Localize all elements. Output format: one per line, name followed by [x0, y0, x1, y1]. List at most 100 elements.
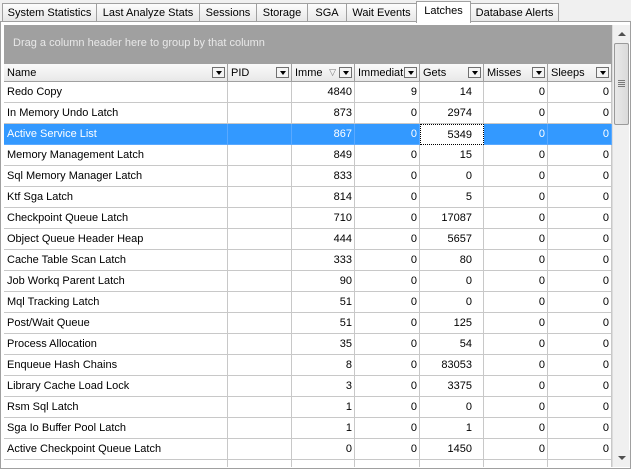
cell-imme[interactable]: 1	[292, 397, 355, 418]
cell-immediat[interactable]: 0	[355, 145, 420, 166]
cell-sleeps[interactable]: 0	[548, 124, 612, 145]
tab-sga[interactable]: SGA	[307, 3, 347, 22]
cell-sleeps[interactable]: 0	[548, 313, 612, 334]
filter-dropdown-icon[interactable]	[404, 67, 417, 78]
cell-name[interactable]: Process Allocation	[4, 334, 228, 355]
cell-sleeps[interactable]: 0	[548, 250, 612, 271]
column-header-gets[interactable]: Gets	[420, 64, 484, 82]
cell-pid[interactable]	[228, 103, 292, 124]
filter-dropdown-icon[interactable]	[339, 67, 352, 78]
cell-sleeps[interactable]: 0	[548, 208, 612, 229]
cell-name[interactable]: Object Queue Header Heap	[4, 229, 228, 250]
table-row[interactable]: Redo Copy 4840 9 14 0 0	[4, 82, 612, 103]
cell-pid[interactable]	[228, 187, 292, 208]
column-header-imme[interactable]: Imme ▽	[292, 64, 355, 82]
cell-sleeps[interactable]: 0	[548, 439, 612, 460]
cell-imme[interactable]: 4840	[292, 82, 355, 103]
cell-gets[interactable]: 15	[420, 145, 484, 166]
cell-pid[interactable]	[228, 145, 292, 166]
cell-immediat[interactable]: 0	[355, 397, 420, 418]
cell-misses[interactable]: 0	[484, 292, 548, 313]
cell-pid[interactable]	[228, 166, 292, 187]
cell-immediat[interactable]: 0	[355, 334, 420, 355]
cell-immediat[interactable]: 0	[355, 271, 420, 292]
cell-name[interactable]	[4, 460, 228, 467]
cell-gets[interactable]	[420, 460, 484, 467]
filter-dropdown-icon[interactable]	[276, 67, 289, 78]
cell-name[interactable]: Library Cache Load Lock	[4, 376, 228, 397]
cell-sleeps[interactable]: 0	[548, 229, 612, 250]
filter-dropdown-icon[interactable]	[212, 67, 225, 78]
cell-gets[interactable]: 17087	[420, 208, 484, 229]
cell-sleeps[interactable]: 0	[548, 187, 612, 208]
cell-gets[interactable]: 54	[420, 334, 484, 355]
table-row[interactable]: Post/Wait Queue 51 0 125 0 0	[4, 313, 612, 334]
cell-pid[interactable]	[228, 82, 292, 103]
cell-gets[interactable]: 83053	[420, 355, 484, 376]
cell-imme[interactable]: 833	[292, 166, 355, 187]
cell-misses[interactable]: 0	[484, 250, 548, 271]
cell-pid[interactable]	[228, 250, 292, 271]
cell-pid[interactable]	[228, 460, 292, 467]
table-row[interactable]	[4, 460, 612, 467]
cell-imme[interactable]: 51	[292, 313, 355, 334]
cell-pid[interactable]	[228, 229, 292, 250]
cell-misses[interactable]: 0	[484, 355, 548, 376]
cell-immediat[interactable]: 0	[355, 187, 420, 208]
scroll-up-icon[interactable]	[613, 25, 630, 42]
tab-sessions[interactable]: Sessions	[199, 3, 257, 22]
cell-imme[interactable]: 51	[292, 292, 355, 313]
cell-immediat[interactable]: 0	[355, 124, 420, 145]
cell-gets[interactable]: 80	[420, 250, 484, 271]
cell-immediat[interactable]: 0	[355, 355, 420, 376]
tab-last-analyze-stats[interactable]: Last Analyze Stats	[96, 3, 200, 22]
cell-misses[interactable]	[484, 460, 548, 467]
table-row[interactable]: Job Workq Parent Latch 90 0 0 0 0	[4, 271, 612, 292]
cell-misses[interactable]: 0	[484, 145, 548, 166]
scroll-thumb[interactable]	[614, 43, 629, 125]
table-row[interactable]: Rsm Sql Latch 1 0 0 0 0	[4, 397, 612, 418]
column-header-name[interactable]: Name	[4, 64, 228, 82]
cell-misses[interactable]: 0	[484, 187, 548, 208]
cell-immediat[interactable]: 0	[355, 229, 420, 250]
cell-imme[interactable]: 710	[292, 208, 355, 229]
cell-immediat[interactable]: 0	[355, 376, 420, 397]
column-header-sleeps[interactable]: Sleeps	[548, 64, 612, 82]
table-row[interactable]: Active Checkpoint Queue Latch 0 0 1450 0 0	[4, 439, 612, 460]
cell-sleeps[interactable]: 0	[548, 145, 612, 166]
table-row[interactable]: Process Allocation 35 0 54 0 0	[4, 334, 612, 355]
cell-name[interactable]: Cache Table Scan Latch	[4, 250, 228, 271]
cell-misses[interactable]: 0	[484, 271, 548, 292]
tab-latches[interactable]: Latches	[416, 1, 471, 23]
table-row[interactable]: Memory Management Latch 849 0 15 0 0	[4, 145, 612, 166]
cell-sleeps[interactable]: 0	[548, 82, 612, 103]
cell-pid[interactable]	[228, 292, 292, 313]
cell-gets[interactable]: 5657	[420, 229, 484, 250]
cell-imme[interactable]: 873	[292, 103, 355, 124]
cell-name[interactable]: Memory Management Latch	[4, 145, 228, 166]
cell-misses[interactable]: 0	[484, 334, 548, 355]
cell-name[interactable]: Mql Tracking Latch	[4, 292, 228, 313]
cell-imme[interactable]: 444	[292, 229, 355, 250]
cell-name[interactable]: Post/Wait Queue	[4, 313, 228, 334]
cell-misses[interactable]: 0	[484, 124, 548, 145]
filter-dropdown-icon[interactable]	[468, 67, 481, 78]
cell-gets[interactable]: 2974	[420, 103, 484, 124]
table-row[interactable]: In Memory Undo Latch 873 0 2974 0 0	[4, 103, 612, 124]
cell-sleeps[interactable]: 0	[548, 355, 612, 376]
cell-immediat[interactable]: 0	[355, 208, 420, 229]
cell-name[interactable]: Redo Copy	[4, 82, 228, 103]
cell-name[interactable]: Checkpoint Queue Latch	[4, 208, 228, 229]
table-row[interactable]: Cache Table Scan Latch 333 0 80 0 0	[4, 250, 612, 271]
cell-pid[interactable]	[228, 397, 292, 418]
cell-misses[interactable]: 0	[484, 103, 548, 124]
cell-gets[interactable]: 0	[420, 397, 484, 418]
cell-gets[interactable]: 0	[420, 271, 484, 292]
tab-system-statistics[interactable]: System Statistics	[2, 3, 97, 22]
cell-misses[interactable]: 0	[484, 229, 548, 250]
cell-immediat[interactable]: 0	[355, 103, 420, 124]
cell-pid[interactable]	[228, 208, 292, 229]
cell-sleeps[interactable]: 0	[548, 166, 612, 187]
cell-name[interactable]: Sql Memory Manager Latch	[4, 166, 228, 187]
cell-gets[interactable]: 0	[420, 292, 484, 313]
